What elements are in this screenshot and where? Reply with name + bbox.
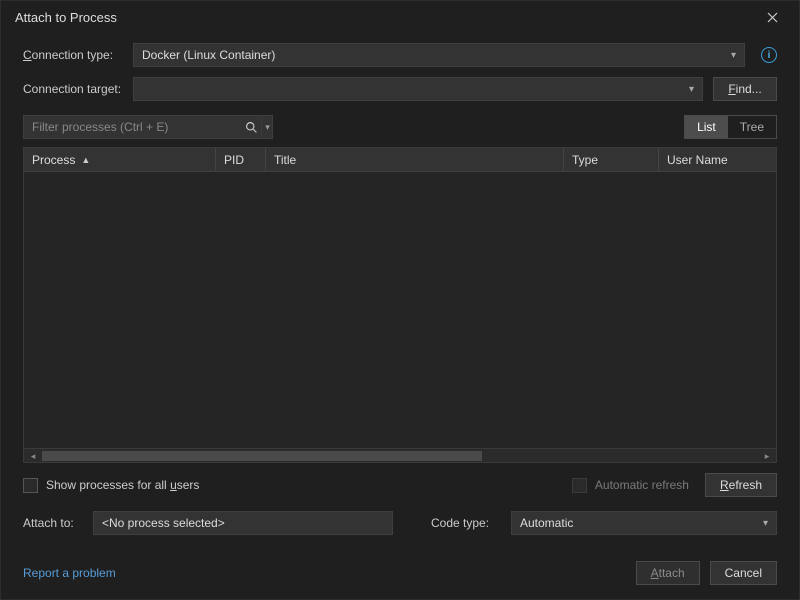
- chevron-down-icon: ▾: [689, 84, 694, 95]
- cancel-button[interactable]: Cancel: [710, 561, 777, 585]
- sort-asc-icon: ▲: [81, 155, 90, 165]
- checkbox-box: [23, 478, 38, 493]
- attach-to-label: Attach to:: [23, 516, 83, 530]
- scroll-left-arrow[interactable]: ◂: [26, 449, 40, 463]
- filter-search-wrap: ▾: [23, 115, 273, 139]
- attach-to-field: <No process selected>: [93, 511, 393, 535]
- search-button[interactable]: [241, 115, 261, 139]
- connection-type-label: Connection type:: [23, 48, 123, 62]
- connection-target-label: Connection target:: [23, 82, 123, 96]
- filter-input[interactable]: [23, 115, 273, 139]
- scrollbar-thumb[interactable]: [42, 451, 482, 461]
- table-header: Process ▲ PID Title Type User Name: [24, 148, 776, 172]
- process-table: Process ▲ PID Title Type User Name ◂ ▸: [23, 147, 777, 463]
- dialog-title: Attach to Process: [15, 10, 117, 25]
- col-pid[interactable]: PID: [216, 148, 266, 171]
- attach-row: Attach to: <No process selected> Code ty…: [23, 511, 777, 535]
- scroll-right-arrow[interactable]: ▸: [760, 449, 774, 463]
- filter-bar: ▾ List Tree: [23, 115, 777, 139]
- close-icon: [767, 12, 778, 23]
- connection-type-value: Docker (Linux Container): [142, 48, 275, 62]
- show-all-users-checkbox[interactable]: Show processes for all users: [23, 478, 199, 493]
- table-body-empty[interactable]: [24, 172, 776, 448]
- show-all-users-label: Show processes for all users: [46, 478, 199, 492]
- checkbox-box: [572, 478, 587, 493]
- options-row: Show processes for all users Automatic r…: [23, 473, 777, 497]
- connection-target-row: Connection target: ▾ Find...: [23, 77, 777, 101]
- search-icon: [245, 121, 258, 134]
- code-type-label: Code type:: [431, 516, 501, 530]
- horizontal-scrollbar[interactable]: ◂ ▸: [24, 448, 776, 462]
- chevron-down-icon: ▾: [763, 518, 768, 529]
- view-toggle: List Tree: [684, 115, 777, 139]
- connection-type-row: Connection type: Docker (Linux Container…: [23, 43, 777, 67]
- col-type[interactable]: Type: [564, 148, 659, 171]
- code-type-dropdown[interactable]: Automatic ▾: [511, 511, 777, 535]
- code-type-value: Automatic: [520, 516, 573, 530]
- automatic-refresh-checkbox: Automatic refresh: [572, 478, 689, 493]
- attach-button: Attach: [636, 561, 700, 585]
- titlebar: Attach to Process: [1, 1, 799, 33]
- view-list-tab[interactable]: List: [685, 116, 728, 138]
- report-problem-link[interactable]: Report a problem: [23, 566, 116, 580]
- refresh-button[interactable]: Refresh: [705, 473, 777, 497]
- connection-type-dropdown[interactable]: Docker (Linux Container) ▾: [133, 43, 745, 67]
- options-right: Automatic refresh Refresh: [572, 473, 777, 497]
- automatic-refresh-label: Automatic refresh: [595, 478, 689, 492]
- search-options-caret[interactable]: ▾: [261, 115, 273, 139]
- col-title[interactable]: Title: [266, 148, 564, 171]
- view-tree-tab[interactable]: Tree: [728, 116, 776, 138]
- footer-buttons: Attach Cancel: [636, 561, 777, 585]
- col-user[interactable]: User Name: [659, 148, 776, 171]
- dialog-footer: Report a problem Attach Cancel: [23, 561, 777, 585]
- dialog-content: Connection type: Docker (Linux Container…: [1, 33, 799, 599]
- connection-target-dropdown[interactable]: ▾: [133, 77, 703, 101]
- close-button[interactable]: [755, 4, 789, 30]
- info-icon[interactable]: i: [761, 47, 777, 63]
- col-process[interactable]: Process ▲: [24, 148, 216, 171]
- chevron-down-icon: ▾: [731, 50, 736, 61]
- find-button[interactable]: Find...: [713, 77, 777, 101]
- attach-to-process-dialog: Attach to Process Connection type: Docke…: [0, 0, 800, 600]
